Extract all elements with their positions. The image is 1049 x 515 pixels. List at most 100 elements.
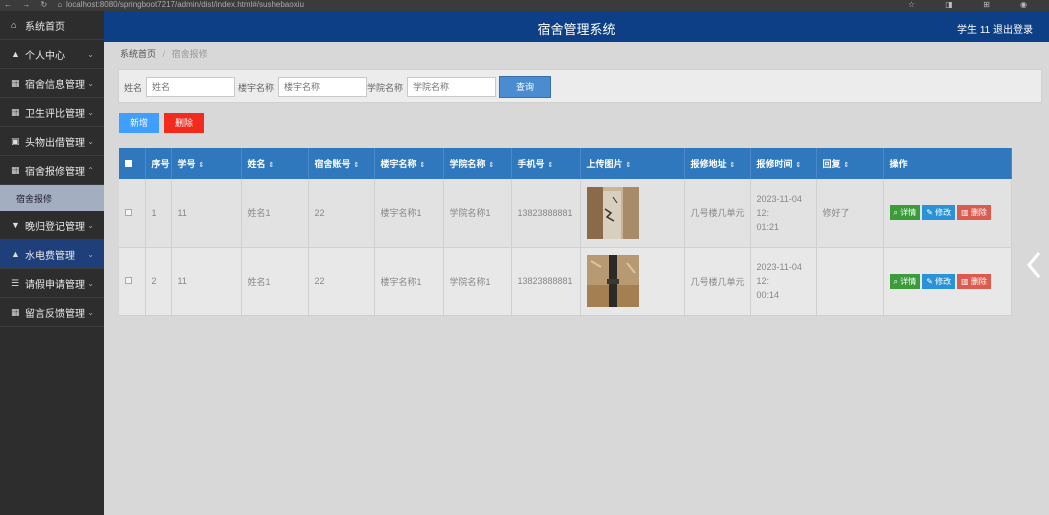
sort-icon: ⇕: [729, 162, 736, 169]
column-header[interactable]: 宿舍账号 ⇕: [308, 148, 375, 179]
sidebar-item-feedback[interactable]: ▦ 留言反馈管理 ⌄: [0, 298, 104, 327]
chevron-down-icon: ⌄: [87, 220, 94, 230]
sidebar-item-label: 留言反馈管理: [25, 308, 85, 320]
breadcrumb-home[interactable]: 系统首页: [120, 49, 156, 59]
detail-button[interactable]: ⌕ 详情: [889, 205, 921, 221]
time-clock: 01:21: [756, 221, 780, 232]
browser-nav-icons[interactable]: ← → ↻ ⌂: [4, 0, 66, 9]
sidebar-item-label: 系统首页: [25, 21, 65, 33]
grid-icon: ▦: [11, 106, 20, 117]
search-label-name: 姓名: [124, 82, 143, 93]
breadcrumb: 系统首页 / 宿舍报修: [120, 47, 208, 60]
cell-reply: 修好了: [816, 179, 884, 248]
current-user: 学生 11: [957, 25, 991, 36]
sidebar-item-lending[interactable]: ▣ 头物出借管理 ⌄: [0, 127, 104, 156]
search-field-name: 姓名: [124, 77, 236, 97]
top-header: 宿舍管理系统 学生 11 退出登录: [104, 11, 1049, 42]
funnel-icon: ▼: [11, 220, 20, 230]
chevron-down-icon: ⌄: [87, 249, 94, 259]
building-input[interactable]: [278, 77, 368, 97]
cell-address: 几号楼几单元: [684, 247, 751, 316]
sidebar-item-profile[interactable]: ▲ 个人中心 ⌄: [0, 40, 104, 69]
sidebar-item-leave[interactable]: ☰ 请假申请管理 ⌄: [0, 269, 104, 298]
column-header[interactable]: 姓名 ⇕: [241, 148, 309, 179]
browser-toolbar-icons[interactable]: ☆ ◨ ⊞ ◉: [908, 0, 1041, 9]
column-header[interactable]: 上传图片 ⇕: [580, 148, 685, 179]
sidebar-item-label: 个人中心: [25, 50, 65, 62]
browser-bar: ← → ↻ ⌂ localhost:8080/springboot7217/ad…: [0, 0, 1049, 11]
sort-icon: ⇕: [843, 162, 850, 169]
time-date: 2023-11-04 12:: [756, 193, 802, 218]
chevron-down-icon: ⌄: [87, 49, 94, 59]
logout-link[interactable]: 退出登录: [993, 25, 1033, 36]
list-icon: ☰: [11, 277, 20, 288]
cell-building: 楼宇名称1: [374, 247, 444, 316]
sidebar-item-late-return[interactable]: ▼ 晚归登记管理 ⌄: [0, 211, 104, 240]
search-panel: 姓名 楼宇名称 学院名称 查询: [118, 69, 1042, 103]
remove-button[interactable]: ▥ 删除: [957, 273, 991, 289]
search-button[interactable]: 查询: [499, 76, 551, 98]
detail-button[interactable]: ⌕ 详情: [889, 273, 921, 289]
sidebar-item-label: 卫生评比管理: [25, 108, 85, 120]
column-header[interactable]: 报修地址 ⇕: [684, 148, 751, 179]
cell-image: [580, 247, 685, 316]
cell-college: 学院名称1: [443, 179, 512, 248]
remove-button[interactable]: ▥ 删除: [957, 205, 991, 221]
row-select-cell: [119, 247, 146, 316]
repair-photo-thumbnail[interactable]: [586, 255, 639, 307]
delete-button[interactable]: 删除: [164, 113, 204, 133]
sidebar-item-label: 宿舍信息管理: [25, 79, 85, 91]
cell-student-no: 11: [171, 247, 242, 316]
column-header[interactable]: 回复 ⇕: [816, 148, 884, 179]
cell-reply: [816, 247, 884, 316]
name-input[interactable]: [146, 77, 236, 97]
search-field-building: 楼宇名称: [238, 77, 368, 97]
column-header[interactable]: 手机号 ⇕: [511, 148, 581, 179]
table-row: 2 11 姓名1 22 楼宇名称1 学院名称1 13823888881 几号楼几…: [119, 247, 1012, 316]
row-checkbox[interactable]: [125, 277, 132, 284]
sidebar-item-dorm-info[interactable]: ▦ 宿舍信息管理 ⌄: [0, 69, 104, 98]
column-header[interactable]: 报修时间 ⇕: [750, 148, 817, 179]
select-all-checkbox[interactable]: [125, 159, 132, 167]
sort-icon: ⇕: [198, 162, 205, 169]
sort-icon: ⇕: [625, 162, 632, 169]
cell-operations: ⌕ 详情 ✎ 修改 ▥ 删除: [883, 179, 1012, 248]
column-header[interactable]: 楼宇名称 ⇕: [374, 148, 444, 179]
college-input[interactable]: [407, 77, 497, 97]
add-button[interactable]: 新增: [119, 113, 159, 133]
sort-icon: ⇕: [547, 162, 554, 169]
sidebar-item-utilities[interactable]: ▲ 水电费管理 ⌄: [0, 240, 104, 269]
cell-name: 姓名1: [241, 179, 309, 248]
table-header-row: 序号 学号 ⇕ 姓名 ⇕ 宿舍账号 ⇕ 楼宇名称 ⇕ 学院名称 ⇕ 手机号 ⇕ 上传图片 ⇕ …: [119, 148, 1012, 179]
repair-photo-thumbnail[interactable]: [586, 186, 639, 239]
sidebar-item-repair[interactable]: ▦ 宿舍报修管理 ⌃: [0, 156, 104, 185]
sidebar-item-label: 请假申请管理: [25, 279, 85, 291]
chevron-up-icon: ⌃: [87, 165, 94, 175]
browser-url[interactable]: localhost:8080/springboot7217/admin/dist…: [66, 0, 304, 9]
sidebar-subitem-repair[interactable]: 宿舍报修: [0, 185, 104, 211]
sidebar-item-label: 水电费管理: [25, 250, 75, 262]
user-icon: ▲: [11, 49, 20, 59]
sidebar-item-hygiene[interactable]: ▦ 卫生评比管理 ⌄: [0, 98, 104, 127]
sidebar-item-home[interactable]: ⌂ 系统首页: [0, 11, 104, 40]
row-checkbox[interactable]: [125, 208, 132, 216]
cell-name: 姓名1: [241, 247, 309, 316]
edit-button[interactable]: ✎ 修改: [922, 273, 956, 289]
time-date: 2023-11-04 12:: [756, 262, 802, 286]
cell-phone: 13823888881: [511, 247, 581, 316]
box-icon: ▣: [11, 135, 20, 146]
column-header[interactable]: 学号 ⇕: [171, 148, 242, 179]
column-header: 操作: [883, 148, 1012, 179]
column-header[interactable]: 学院名称 ⇕: [443, 148, 512, 179]
sidebar-item-label: 头物出借管理: [25, 137, 85, 149]
cell-dorm-account: 22: [308, 179, 375, 248]
column-header: 序号: [145, 148, 172, 179]
search-label-building: 楼宇名称: [238, 82, 275, 93]
sidebar: ⌂ 系统首页 ▲ 个人中心 ⌄ ▦ 宿舍信息管理 ⌄ ▦ 卫生评比管理 ⌄ ▣ …: [0, 11, 104, 515]
edit-button[interactable]: ✎ 修改: [922, 205, 956, 221]
sort-icon: ⇕: [419, 162, 426, 169]
search-label-college: 学院名称: [367, 82, 404, 93]
cell-student-no: 11: [171, 179, 242, 248]
sidebar-item-label: 宿舍报修管理: [25, 166, 85, 178]
chevron-left-icon[interactable]: [1024, 250, 1044, 280]
